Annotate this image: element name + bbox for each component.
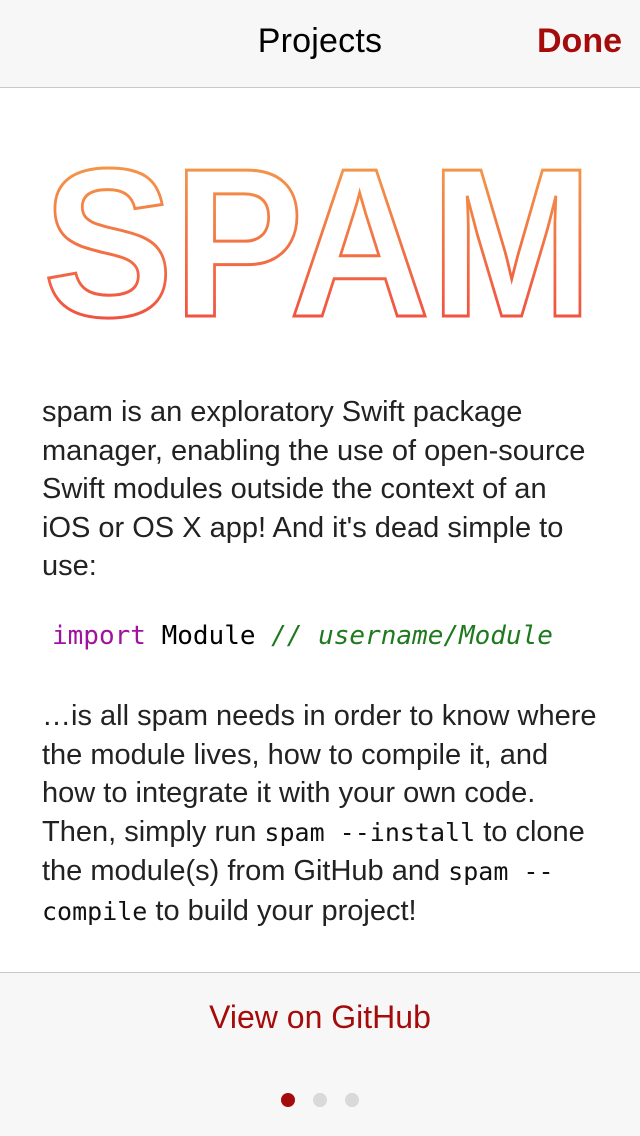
logo-text: SPAM — [43, 141, 593, 331]
usage-text-3: to build your project! — [147, 894, 417, 927]
view-on-github-button[interactable]: View on GitHub — [0, 999, 640, 1036]
code-example: import Module // username/Module — [52, 621, 553, 651]
done-button[interactable]: Done — [537, 22, 622, 61]
page-dot-3[interactable] — [345, 1093, 359, 1107]
page-control[interactable] — [0, 1093, 640, 1107]
page-dot-1[interactable] — [281, 1093, 295, 1107]
spam-logo: SPAM — [42, 141, 595, 331]
code-keyword: import — [52, 621, 146, 651]
navigation-bar: Projects Done — [0, 0, 640, 88]
bottom-bar: View on GitHub — [0, 972, 640, 1136]
project-detail-scroll[interactable]: SPAM spam is an exploratory Swift packag… — [0, 89, 640, 972]
page-dot-2[interactable] — [313, 1093, 327, 1107]
code-comment: // username/Module — [271, 621, 553, 651]
install-command: spam --install — [264, 817, 476, 847]
code-module: Module — [161, 621, 256, 651]
description-paragraph: spam is an exploratory Swift package man… — [42, 396, 586, 583]
usage-paragraph: …is all spam needs in order to know wher… — [42, 697, 598, 932]
